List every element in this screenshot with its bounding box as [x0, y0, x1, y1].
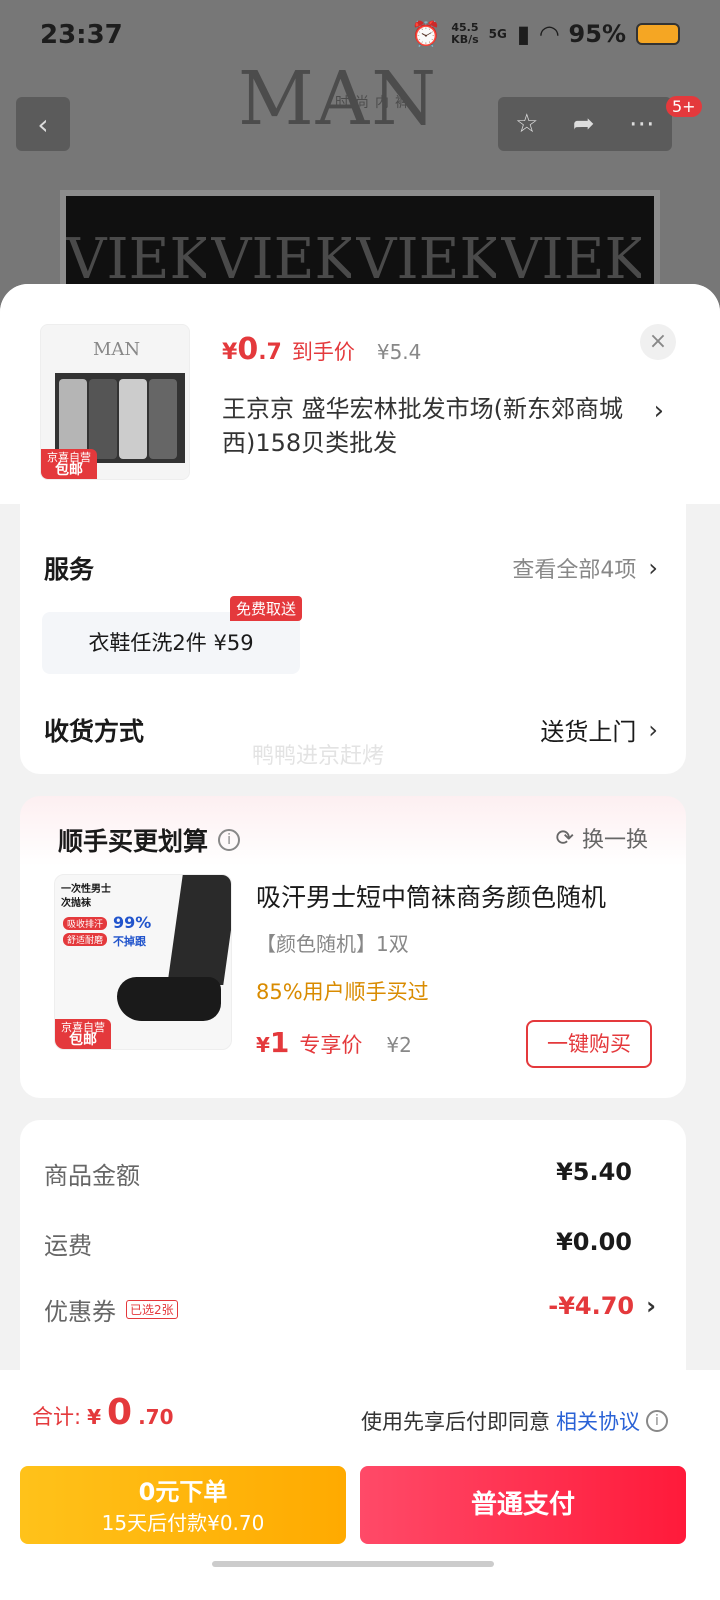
watermark: 鸭鸭进京赶烤: [252, 744, 385, 769]
jd-self-tag: 京喜自营 包邮: [41, 449, 97, 479]
signal-icon: ▮: [516, 20, 531, 48]
coupon-row[interactable]: 优惠券 已选2张: [44, 1292, 178, 1327]
wifi-icon: ◠: [540, 20, 559, 48]
final-price: ¥0.7: [222, 332, 282, 367]
total-dec: .70: [138, 1405, 174, 1429]
share-icon[interactable]: ➦: [573, 109, 595, 139]
status-time: 23:37: [40, 20, 123, 50]
final-price-label: 到手价: [291, 340, 355, 364]
img-percent: 99%: [113, 913, 152, 932]
pay-later-title: 0元下单: [138, 1478, 228, 1506]
battery-percent: 95%: [568, 20, 626, 48]
refresh-icon: ⟳: [555, 825, 574, 851]
more-icon[interactable]: ⋯: [629, 109, 655, 139]
service-view-all[interactable]: 查看全部4项 ›: [512, 552, 658, 584]
alarm-icon: ⏰: [411, 20, 442, 48]
agreement: 使用先享后付即同意 相关协议 i: [361, 1406, 668, 1436]
swap-label: 换一换: [581, 828, 648, 853]
addon-price: ¥1: [256, 1026, 290, 1059]
goods-amount-value: ¥5.40: [556, 1158, 632, 1186]
total-label: 合计:: [32, 1405, 82, 1429]
network-type: 5G: [488, 27, 507, 41]
delivery-address[interactable]: 王京京 盛华宏林批发市场(新东郊商城西)158贝类批发: [222, 392, 642, 460]
battery-icon: [636, 23, 680, 45]
img-percent-sub: 不掉跟: [113, 935, 146, 948]
shipping-value: ¥0.00: [556, 1228, 632, 1256]
chevron-left-icon: ‹: [37, 107, 49, 141]
delivery-value: 送货上门: [540, 718, 637, 746]
jd-self-tag: 京喜自营 包邮: [55, 1019, 111, 1049]
info-icon[interactable]: i: [218, 829, 241, 851]
status-icons: ⏰ 45.5 KB/s 5G ▮ ◠ 95%: [411, 20, 680, 48]
service-title: 服务: [44, 555, 95, 584]
total-currency: ¥: [87, 1405, 101, 1429]
view-all-label: 查看全部4项: [512, 558, 637, 583]
addon-title-text: 顺手买更划算: [58, 827, 209, 856]
addon-bought-rate: 85%用户顺手买过: [256, 980, 429, 1004]
thumb-brand: MAN: [93, 339, 141, 360]
chevron-right-icon: ›: [648, 715, 658, 744]
tag-bottom: 包邮: [55, 462, 83, 478]
img-pill: 舒适耐磨: [63, 933, 108, 946]
coupon-value[interactable]: -¥4.70 ›: [548, 1292, 656, 1320]
product-header: MAN 京喜自营 包邮 ¥0.7 到手价 ¥5.4 × 王京京 盛华宏林批发市场…: [0, 284, 720, 504]
img-pill: 吸收排汗: [63, 917, 108, 930]
top-actions: ☆ ➦ ⋯: [498, 97, 672, 151]
status-bar: 23:37 ⏰ 45.5 KB/s 5G ▮ ◠ 95%: [0, 0, 720, 70]
info-icon[interactable]: i: [646, 1410, 668, 1432]
home-indicator[interactable]: [212, 1561, 494, 1567]
delivery-title: 收货方式: [44, 717, 145, 746]
delivery-method[interactable]: 送货上门 ›: [540, 712, 658, 747]
service-chip[interactable]: 衣鞋任洗2件 ¥59: [42, 612, 300, 674]
product-thumbnail[interactable]: MAN 京喜自营 包邮: [40, 324, 190, 480]
original-price: ¥5.4: [376, 340, 422, 364]
addon-product-image[interactable]: 一次性男士 次抛袜 吸收排汗 舒适耐磨 99% 不掉跟 京喜自营 包邮: [54, 874, 232, 1050]
agreement-link[interactable]: 相关协议: [556, 1406, 640, 1436]
chevron-right-icon: ›: [646, 1292, 656, 1320]
img-text: 一次性男士 次抛袜: [61, 884, 111, 909]
service-card: 服务 查看全部4项 › 衣鞋任洗2件 ¥59 免费取送 收货方式 送货上门 ›: [20, 504, 686, 774]
img-sock: [117, 977, 221, 1021]
network-speed: 45.5 KB/s: [451, 22, 478, 46]
message-badge: 5+: [666, 96, 702, 117]
one-click-buy-button[interactable]: 一键购买: [526, 1020, 652, 1068]
tag-bottom: 包邮: [69, 1032, 97, 1048]
addon-card: 顺手买更划算 i ⟳ 换一换 一次性男士 次抛袜 吸收排汗 舒适耐磨 99% 不掉…: [20, 796, 686, 1098]
normal-pay-button[interactable]: 普通支付: [360, 1466, 686, 1544]
service-tag: 免费取送: [230, 596, 303, 621]
coupon-label: 优惠券: [44, 1298, 116, 1326]
addon-product-name[interactable]: 吸汗男士短中筒袜商务颜色随机: [256, 878, 606, 914]
close-button[interactable]: ×: [640, 324, 676, 360]
back-button[interactable]: ‹: [16, 97, 70, 151]
price-row: ¥0.7 到手价 ¥5.4: [222, 332, 421, 367]
addon-price-label: 专享价: [299, 1033, 363, 1057]
addon-product-spec: 【颜色随机】1双: [256, 932, 409, 956]
addon-title: 顺手买更划算 i: [58, 822, 241, 858]
total-int: 0: [107, 1392, 133, 1433]
addon-original-price: ¥2: [386, 1033, 412, 1057]
total-amount: 合计: ¥0.70: [32, 1392, 174, 1433]
coupon-amount: -¥4.70: [548, 1292, 635, 1320]
coupon-tag: 已选2张: [126, 1300, 178, 1319]
swap-button[interactable]: ⟳ 换一换: [556, 822, 648, 854]
addon-price-row: ¥1 专享价 ¥2: [256, 1026, 412, 1059]
speed-unit: KB/s: [451, 33, 479, 46]
favorite-star-icon[interactable]: ☆: [515, 109, 538, 139]
agreement-text: 使用先享后付即同意: [361, 1410, 550, 1434]
pay-later-button[interactable]: 0元下单 15天后付款¥0.70: [20, 1466, 346, 1544]
goods-amount-label: 商品金额: [44, 1162, 140, 1190]
shipping-label: 运费: [44, 1232, 92, 1260]
chevron-right-icon: ›: [653, 396, 664, 426]
chevron-right-icon: ›: [648, 554, 658, 582]
img-leg: [167, 875, 231, 985]
pay-later-subtitle: 15天后付款¥0.70: [101, 1511, 265, 1535]
